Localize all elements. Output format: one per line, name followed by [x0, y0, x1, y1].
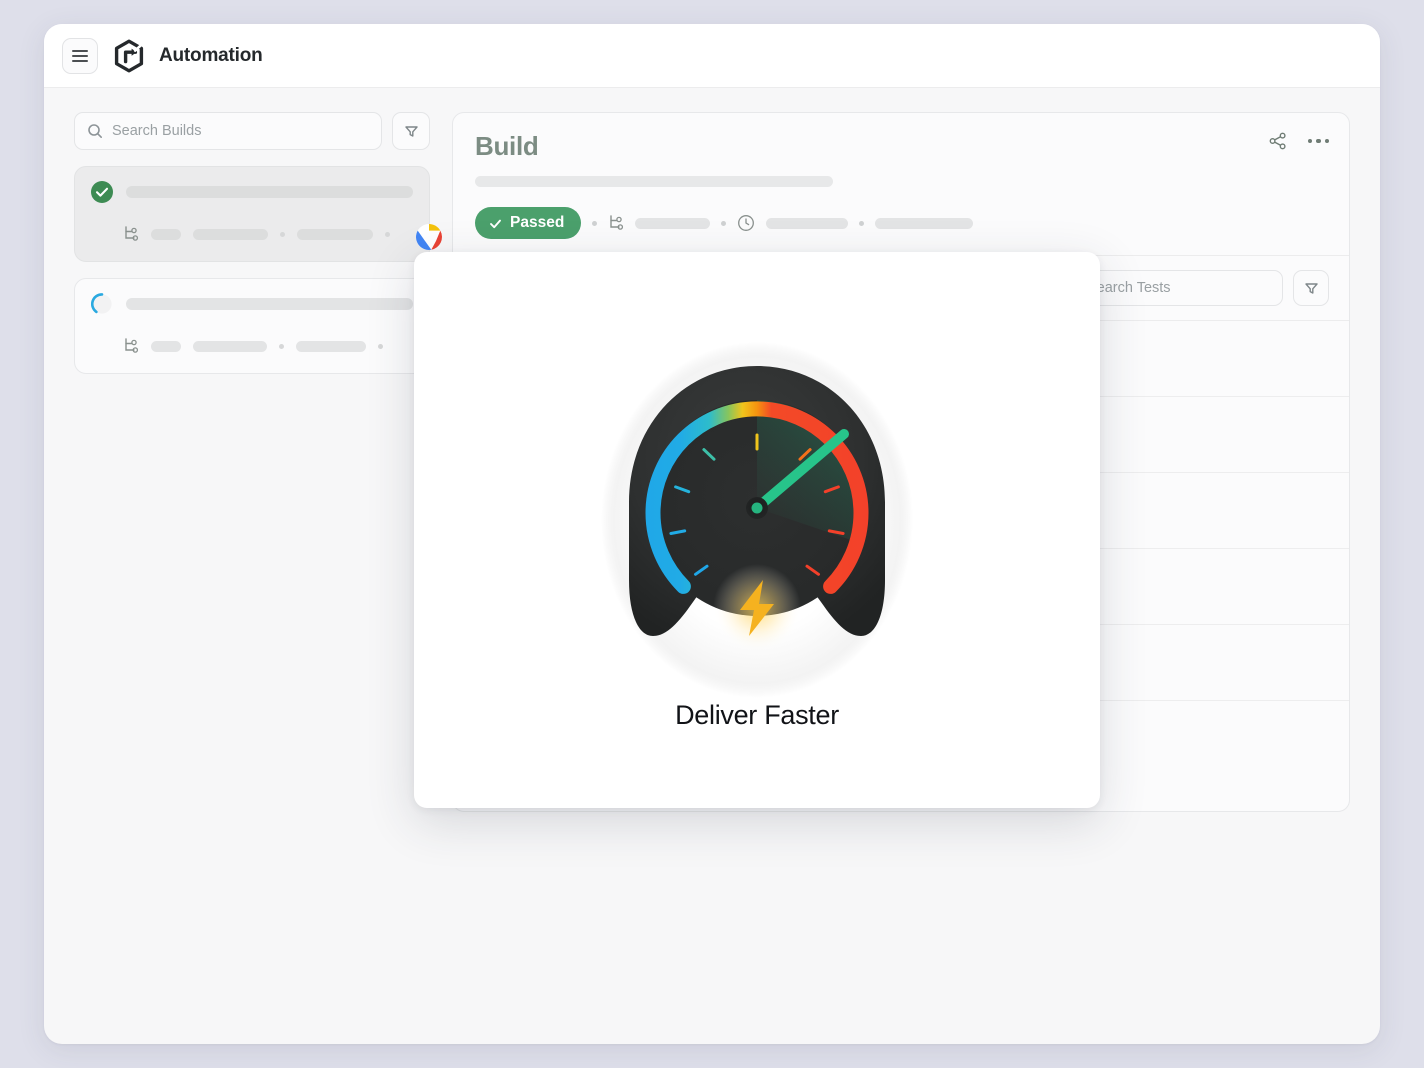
app-window: Automation Search Builds [44, 24, 1380, 1044]
deliver-faster-modal: Deliver Faster [414, 252, 1100, 808]
speedometer-illustration [567, 330, 947, 710]
modal-caption: Deliver Faster [675, 700, 839, 731]
